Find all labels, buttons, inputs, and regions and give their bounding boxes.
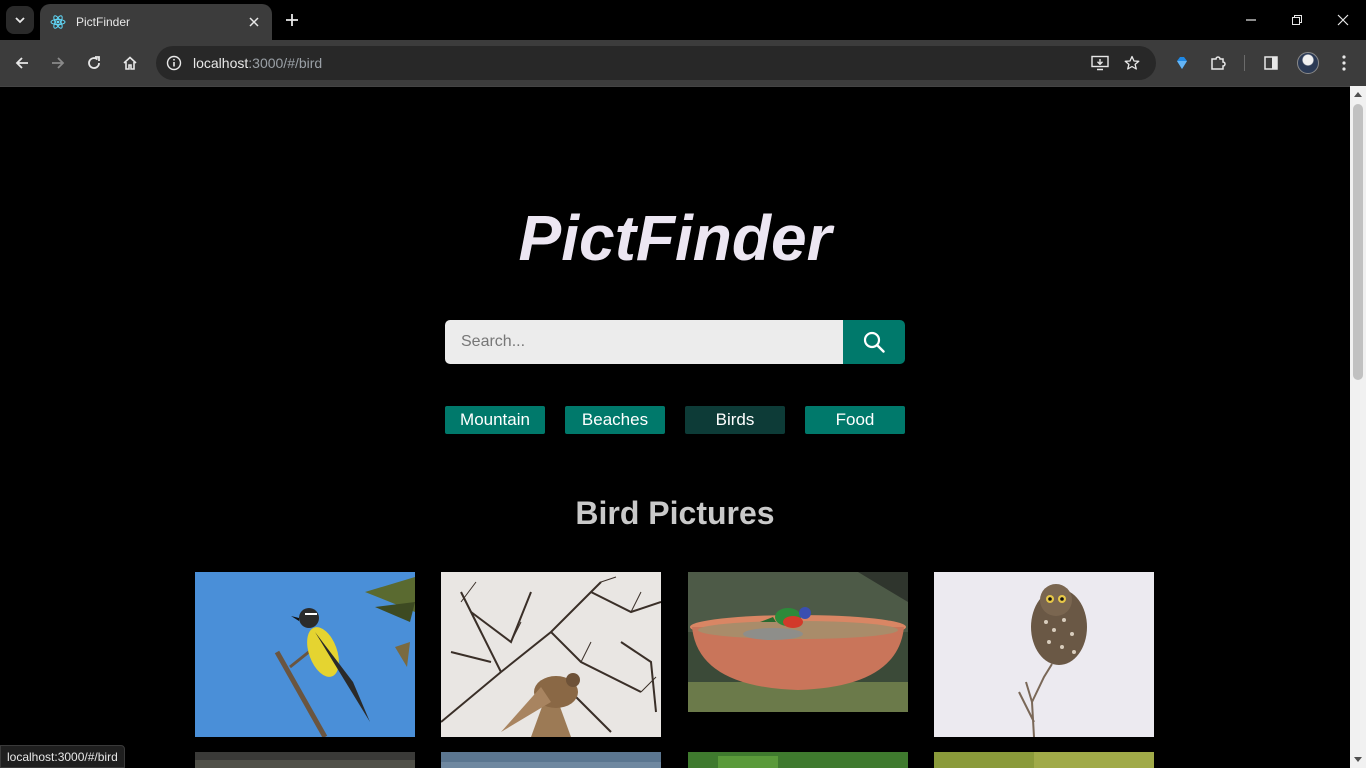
arrow-left-icon [15, 57, 28, 69]
scrollbar-thumb[interactable] [1353, 104, 1363, 380]
page-viewport: PictFinder Mountain Beaches Birds Food B… [0, 86, 1350, 768]
close-tab-icon[interactable] [244, 12, 264, 32]
search-form [445, 320, 905, 364]
search-button[interactable] [843, 320, 905, 364]
bird-photo-8 [934, 752, 1154, 768]
bird-photo-6 [441, 752, 661, 768]
chevron-down-icon [15, 17, 25, 24]
extension-gem-icon[interactable] [1169, 50, 1195, 76]
category-button-mountain[interactable]: Mountain [445, 406, 545, 434]
plus-icon [286, 14, 298, 26]
category-button-birds[interactable]: Birds [685, 406, 785, 434]
search-input[interactable] [445, 320, 843, 364]
address-bar[interactable]: localhost:3000/#/bird [156, 46, 1156, 80]
kebab-menu-icon[interactable] [1331, 50, 1357, 76]
vertical-scrollbar[interactable] [1350, 86, 1366, 768]
restore-button[interactable] [1285, 8, 1309, 32]
bird-photo-2 [441, 572, 661, 737]
bird-photo-7 [688, 752, 908, 768]
toolbar-divider [1244, 55, 1245, 71]
react-logo-icon [50, 14, 66, 30]
scroll-up-arrow-icon[interactable] [1350, 86, 1366, 102]
arrow-right-icon [52, 57, 65, 69]
reload-icon [88, 56, 100, 69]
site-info-icon[interactable] [162, 51, 186, 75]
photo-card-4[interactable] [934, 572, 1154, 737]
bookmark-star-icon[interactable] [1120, 51, 1144, 75]
extensions-puzzle-icon[interactable] [1205, 50, 1231, 76]
photo-card-7[interactable] [688, 752, 908, 768]
category-button-food[interactable]: Food [805, 406, 905, 434]
search-icon [863, 331, 885, 353]
app-logo: PictFinder [518, 202, 832, 274]
new-tab-button[interactable] [280, 8, 304, 32]
home-button[interactable] [116, 49, 144, 77]
category-button-beaches[interactable]: Beaches [565, 406, 665, 434]
photo-card-1[interactable] [195, 572, 415, 737]
photo-card-3[interactable] [688, 572, 908, 712]
browser-toolbar: localhost:3000/#/bird [0, 40, 1366, 86]
photo-card-8[interactable] [934, 752, 1154, 768]
minimize-icon [1246, 19, 1256, 21]
scroll-down-arrow-icon[interactable] [1350, 752, 1366, 768]
reload-button[interactable] [80, 49, 108, 77]
url-host: localhost [193, 55, 249, 71]
photo-card-6[interactable] [441, 752, 661, 768]
bird-photo-3 [688, 572, 908, 712]
restore-icon [1292, 15, 1302, 25]
close-icon [1337, 14, 1349, 26]
bird-photo-4 [934, 572, 1154, 737]
minimize-button[interactable] [1239, 8, 1263, 32]
photo-card-2[interactable] [441, 572, 661, 737]
section-title: Bird Pictures [575, 495, 775, 531]
close-window-button[interactable] [1331, 8, 1355, 32]
browser-tab-strip: PictFinder [0, 0, 1366, 40]
back-button[interactable] [8, 49, 36, 77]
tab-search-button[interactable] [6, 6, 34, 34]
tab-title: PictFinder [76, 15, 131, 29]
side-panel-icon[interactable] [1258, 50, 1284, 76]
install-app-icon[interactable] [1088, 51, 1112, 75]
forward-button[interactable] [44, 49, 72, 77]
home-icon [123, 56, 137, 70]
status-bar-url: localhost:3000/#/bird [0, 745, 125, 768]
profile-avatar[interactable] [1297, 52, 1319, 74]
photo-card-5[interactable] [195, 752, 415, 768]
bird-photo-5 [195, 752, 415, 768]
url-path: :3000/#/bird [248, 55, 323, 71]
browser-tab[interactable]: PictFinder [40, 4, 272, 40]
url-text[interactable]: localhost:3000/#/bird [193, 55, 322, 71]
bird-photo-1 [195, 572, 415, 737]
